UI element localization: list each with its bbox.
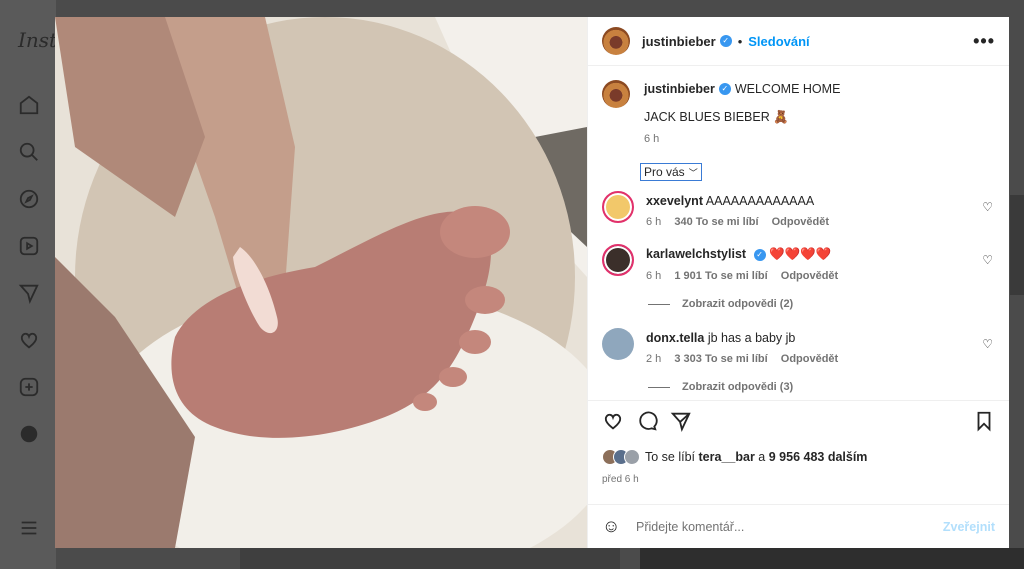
messages-icon[interactable] <box>18 282 40 304</box>
add-comment-bar: ☺ Zveřejnit <box>588 504 1009 548</box>
post-panel: justinbieber ✓ • Sledování ••• justinbie… <box>587 17 1009 548</box>
comment-likes[interactable]: 1 901 To se mi líbí <box>674 270 767 282</box>
author-avatar[interactable] <box>602 27 630 55</box>
chevron-down-icon: ﹀ <box>688 167 698 178</box>
comment-item: donx.tella jb has a baby jb 2 h 3 303 To… <box>602 328 993 365</box>
likes-count[interactable]: 9 956 483 dalším <box>769 450 868 464</box>
share-paper-plane-icon[interactable] <box>670 410 692 432</box>
post-photo <box>55 17 587 548</box>
view-replies-line <box>648 386 670 388</box>
comment-bubble-icon[interactable] <box>636 410 658 432</box>
commenter-username[interactable]: karlawelchstylist <box>646 247 746 261</box>
background-feed-right <box>640 548 1024 569</box>
view-replies-label: Zobrazit odpovědi (2) <box>682 298 794 310</box>
caption-time: 6 h <box>644 133 660 145</box>
comment-text: jb has a baby jb <box>707 331 796 345</box>
liker-avatars <box>602 449 640 465</box>
view-replies-button[interactable]: Zobrazit odpovědi (2) <box>648 298 993 310</box>
likes-prefix: To se líbí <box>645 450 696 464</box>
comment-like-heart-icon[interactable]: ♡ <box>982 337 993 351</box>
commenter-username[interactable]: xxevelynt <box>646 194 703 208</box>
home-icon[interactable] <box>18 94 40 116</box>
comment-filter-label: Pro vás <box>644 165 685 179</box>
instagram-logo: Inst <box>18 28 58 52</box>
bookmark-icon[interactable] <box>973 410 995 432</box>
caption-username[interactable]: justinbieber <box>644 82 715 96</box>
create-icon[interactable] <box>18 376 40 398</box>
commenter-avatar[interactable] <box>602 191 634 223</box>
search-icon[interactable] <box>18 141 40 163</box>
background-feed <box>240 548 620 569</box>
comment-item: karlawelchstylist ✓ ❤️❤️❤️❤️ 6 h 1 901 T… <box>602 244 993 282</box>
post-caption: justinbieber ✓ WELCOME HOME JACK BLUES B… <box>602 80 993 145</box>
reply-button[interactable]: Odpovědět <box>781 353 838 365</box>
verified-badge-icon: ✓ <box>719 35 732 47</box>
post-comment-button[interactable]: Zveřejnit <box>943 520 995 534</box>
view-replies-button[interactable]: Zobrazit odpovědi (3) <box>648 381 993 393</box>
post-actions <box>588 400 1009 440</box>
baby-foot-photo <box>55 17 587 548</box>
caption-text-line1: WELCOME HOME <box>734 82 841 96</box>
profile-icon[interactable] <box>18 423 40 445</box>
notifications-icon[interactable] <box>18 329 40 351</box>
comment-likes[interactable]: 3 303 To se mi líbí <box>674 353 767 365</box>
author-username[interactable]: justinbieber <box>642 34 716 49</box>
comment-item: xxevelynt AAAAAAAAAAAAA 6 h 340 To se mi… <box>602 191 993 228</box>
comment-time: 2 h <box>646 353 662 365</box>
comments-section[interactable]: justinbieber ✓ WELCOME HOME JACK BLUES B… <box>588 66 1009 400</box>
liker-avatar[interactable] <box>624 449 640 465</box>
view-replies-label: Zobrazit odpovědi (3) <box>682 381 794 393</box>
view-replies-line <box>648 303 670 305</box>
reply-button[interactable]: Odpovědět <box>781 270 838 282</box>
likes-and: a <box>758 450 766 464</box>
caption-text-line2: JACK BLUES BIEBER 🧸 <box>644 110 789 124</box>
comment-filter-dropdown[interactable]: Pro vás ﹀ <box>640 163 702 181</box>
commenter-username[interactable]: donx.tella <box>646 331 704 345</box>
post-header: justinbieber ✓ • Sledování ••• <box>588 17 1009 66</box>
comment-likes[interactable]: 340 To se mi líbí <box>674 216 758 228</box>
explore-icon[interactable] <box>18 188 40 210</box>
likes-user[interactable]: tera__bar <box>699 450 755 464</box>
menu-icon[interactable] <box>18 517 40 539</box>
comment-text: AAAAAAAAAAAAA <box>705 194 815 208</box>
comment-time: 6 h <box>646 270 662 282</box>
verified-badge-icon: ✓ <box>718 83 731 95</box>
caption-avatar[interactable] <box>602 80 630 108</box>
verified-badge-icon: ✓ <box>753 248 766 261</box>
reels-icon[interactable] <box>18 235 40 257</box>
post-time[interactable]: před 6 h <box>588 474 1009 490</box>
following-button[interactable]: Sledování <box>748 34 809 49</box>
post-modal: justinbieber ✓ • Sledování ••• justinbie… <box>55 17 1009 548</box>
separator-dot: • <box>737 33 743 49</box>
background-right-edge <box>1010 195 1024 295</box>
comment-time: 6 h <box>646 216 662 228</box>
comment-text: ❤️❤️❤️❤️ <box>769 247 832 261</box>
likes-summary: To se líbí tera__bar a 9 956 483 dalším <box>588 440 1009 474</box>
commenter-avatar[interactable] <box>602 328 634 360</box>
emoji-icon[interactable]: ☺ <box>602 516 626 537</box>
like-heart-icon[interactable] <box>602 410 624 432</box>
more-options-icon[interactable]: ••• <box>973 31 995 52</box>
comment-like-heart-icon[interactable]: ♡ <box>982 200 993 214</box>
commenter-avatar[interactable] <box>602 244 634 276</box>
comment-like-heart-icon[interactable]: ♡ <box>982 253 993 267</box>
reply-button[interactable]: Odpovědět <box>772 216 829 228</box>
comment-input[interactable] <box>636 519 943 534</box>
